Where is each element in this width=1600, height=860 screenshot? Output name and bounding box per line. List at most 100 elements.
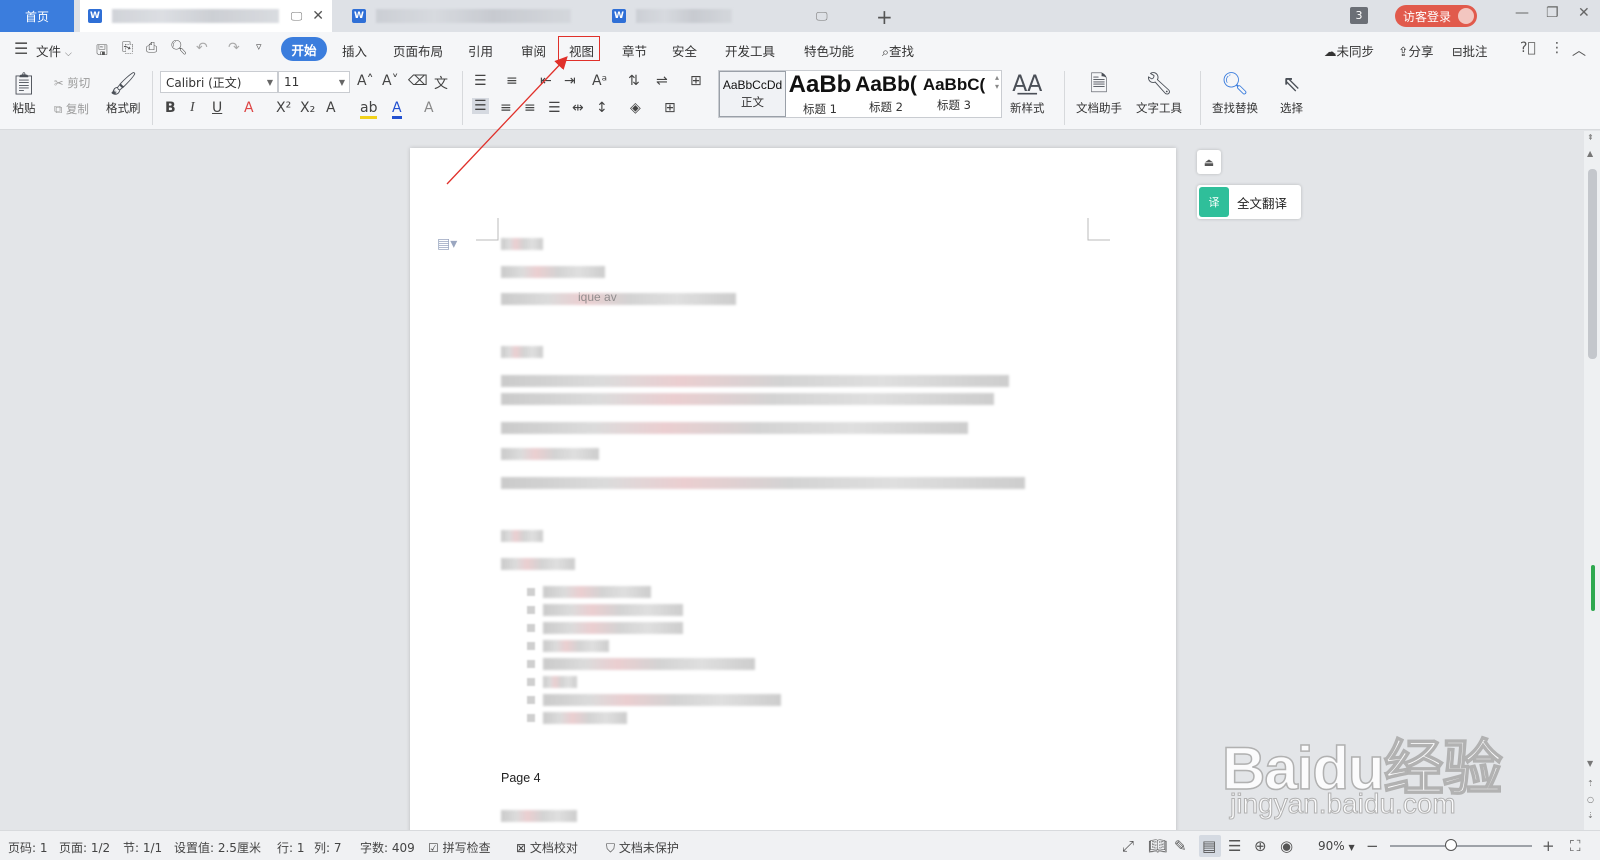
zoom-level[interactable]: 90% ▼	[1318, 839, 1355, 853]
new-style-button[interactable]: A͟A 新样式	[1010, 70, 1045, 116]
status-word-count[interactable]: 字数: 409	[360, 839, 415, 856]
align-center-icon[interactable]: ≡	[500, 100, 512, 116]
more-options-icon[interactable]: ⋮	[1550, 40, 1564, 56]
zoom-in-icon[interactable]: +	[1542, 837, 1555, 855]
scrollbar-thumb[interactable]	[1588, 169, 1597, 359]
menu-page-layout[interactable]: 页面布局	[393, 41, 443, 60]
print-preview-icon[interactable]: 🔍︎	[170, 40, 188, 56]
change-case-icon[interactable]: Aᵃ	[592, 73, 607, 89]
scroll-top-icon[interactable]: ⇞	[1587, 133, 1594, 142]
write-mode-icon[interactable]: ✎	[1174, 837, 1187, 855]
format-painter-button[interactable]: 🖌︎ 格式刷	[106, 70, 141, 116]
translate-button[interactable]: 译 全文翻译	[1197, 185, 1301, 219]
document-page[interactable]: ▤▾ ique av Page 4	[410, 148, 1176, 838]
borders-icon[interactable]: ⊞	[664, 100, 676, 116]
style-heading-1[interactable]: AaBb 标题 1	[787, 71, 853, 117]
zoom-slider-track[interactable]	[1390, 845, 1532, 847]
status-row[interactable]: 行: 1	[277, 839, 305, 856]
next-page-icon[interactable]: ⇣	[1587, 811, 1594, 820]
collapse-panel-icon[interactable]: ⏏	[1197, 150, 1221, 174]
text-effect-icon[interactable]: A	[326, 100, 336, 116]
status-pages[interactable]: 页面: 1/2	[59, 839, 110, 856]
fullscreen-icon[interactable]: ⤢	[1122, 837, 1134, 855]
menu-search[interactable]: ⌕查找	[882, 41, 914, 60]
shading-icon[interactable]: ◈	[630, 100, 641, 116]
table-grid-icon[interactable]: ⊞	[690, 73, 702, 89]
help-icon[interactable]: ?⃝	[1520, 40, 1536, 56]
strikethrough-icon[interactable]: A	[244, 100, 254, 116]
copy-button[interactable]: ⧉ 复制	[54, 101, 89, 117]
collapse-ribbon-icon[interactable]: ︿	[1572, 40, 1586, 60]
style-heading-3[interactable]: AaBbC( 标题 3	[919, 71, 989, 117]
style-normal[interactable]: AaBbCcDd 正文	[719, 71, 786, 117]
scroll-down-icon[interactable]: ▼	[1587, 759, 1593, 768]
sort-icon[interactable]: ⇅	[628, 73, 640, 89]
distribute-icon[interactable]: ⇹	[572, 100, 584, 116]
spell-check-button[interactable]: ☑ 拼写检查	[428, 839, 491, 856]
monitor-icon[interactable]: 🖵	[291, 9, 303, 24]
superscript-icon[interactable]: X²	[276, 100, 291, 116]
menu-developer[interactable]: 开发工具	[725, 41, 775, 60]
style-heading-2[interactable]: AaBb( 标题 2	[853, 71, 919, 117]
monitor-icon[interactable]: 🖵	[816, 9, 828, 24]
document-tab-3[interactable]: W 🖵	[604, 0, 862, 32]
print-icon[interactable]: ⎙	[146, 40, 157, 56]
vertical-scrollbar[interactable]: ⇞ ▲ ▼ ⇡ ○ ⇣	[1584, 131, 1600, 830]
grow-font-icon[interactable]: A˄	[357, 73, 374, 89]
document-navigation-icon[interactable]: ▤▾	[437, 236, 457, 252]
menu-review[interactable]: 审阅	[521, 41, 546, 60]
show-marks-icon[interactable]: ⇌	[656, 73, 668, 89]
customize-toolbar-icon[interactable]: ▿	[256, 40, 262, 53]
style-gallery[interactable]: AaBbCcDd 正文 AaBb 标题 1 AaBb( 标题 2 AaBbC( …	[718, 70, 1002, 118]
menu-insert[interactable]: 插入	[342, 41, 367, 60]
decrease-indent-icon[interactable]: ⇤	[540, 73, 552, 89]
export-icon[interactable]: ⎘	[122, 40, 133, 56]
redo-icon[interactable]: ↷	[228, 40, 240, 56]
bullet-list-icon[interactable]: ☰	[474, 73, 487, 89]
font-name-select[interactable]: Calibri (正文) ▼	[160, 71, 278, 93]
new-tab-icon[interactable]: +	[876, 5, 893, 29]
fit-window-icon[interactable]: ⛶	[1570, 837, 1581, 855]
hamburger-menu-icon[interactable]: ☰	[14, 39, 28, 58]
text-tools-button[interactable]: 🔧︎ 文字工具	[1136, 70, 1182, 116]
phonetic-icon[interactable]: 文	[434, 73, 448, 93]
highlight-icon[interactable]: ab	[360, 100, 378, 119]
menu-file[interactable]: 文件 ⌵	[36, 41, 72, 60]
share-button[interactable]: ⇪分享	[1398, 41, 1434, 60]
read-mode-icon[interactable]: 📖︎	[1148, 837, 1167, 855]
underline-icon[interactable]: U	[212, 100, 222, 116]
status-section[interactable]: 节: 1/1	[123, 839, 162, 856]
document-tab-1[interactable]: W 🖵 ✕	[80, 0, 332, 32]
outline-view-icon[interactable]: ☰	[1228, 837, 1241, 855]
page-view-icon[interactable]: ▤	[1202, 837, 1216, 855]
menu-view[interactable]: 视图	[569, 41, 594, 60]
window-close-icon[interactable]: ✕	[1578, 5, 1590, 21]
undo-icon[interactable]: ↶	[196, 40, 208, 56]
char-shading-icon[interactable]: A	[424, 100, 434, 116]
find-replace-button[interactable]: 🔍︎ 查找替换	[1212, 70, 1258, 116]
font-color-icon[interactable]: A	[392, 100, 402, 119]
cut-button[interactable]: ✂ 剪切	[54, 75, 90, 91]
font-size-select[interactable]: 11 ▼	[278, 71, 350, 93]
doc-assistant-button[interactable]: 🗎 文档助手	[1076, 70, 1122, 116]
shrink-font-icon[interactable]: A˅	[382, 73, 399, 89]
align-left-icon[interactable]: ☰	[472, 98, 489, 114]
increase-indent-icon[interactable]: ⇥	[564, 73, 576, 89]
italic-icon[interactable]: I	[190, 100, 195, 116]
annotate-button[interactable]: ⊟批注	[1452, 41, 1488, 60]
zoom-out-icon[interactable]: −	[1366, 837, 1379, 855]
status-page[interactable]: 页码: 1	[8, 839, 48, 856]
select-button[interactable]: ⇖ 选择	[1280, 70, 1303, 116]
document-tab-2[interactable]: W	[344, 0, 592, 32]
menu-references[interactable]: 引用	[468, 41, 493, 60]
paste-button[interactable]: 📋︎ 粘贴	[10, 70, 38, 116]
gallery-scroll-icon[interactable]: ▴ ▾	[995, 73, 999, 91]
minimize-icon[interactable]: —	[1515, 5, 1529, 21]
align-right-icon[interactable]: ≡	[524, 100, 536, 116]
bold-icon[interactable]: B	[165, 100, 176, 116]
numbered-list-icon[interactable]: ≡	[506, 73, 518, 89]
eye-protection-icon[interactable]: ◉	[1280, 837, 1293, 855]
menu-start[interactable]: 开始	[281, 37, 327, 61]
restore-icon[interactable]: ❐	[1546, 5, 1559, 21]
line-spacing-icon[interactable]: ↕	[596, 100, 608, 116]
